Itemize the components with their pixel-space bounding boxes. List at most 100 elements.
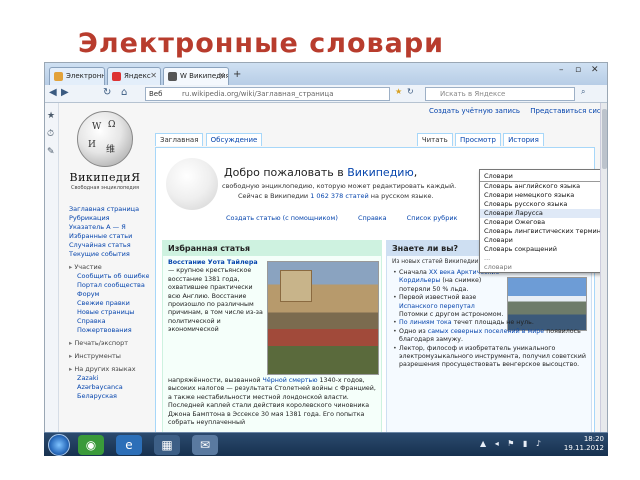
suggestion-item[interactable]: Словарь английского языка [480, 182, 601, 191]
bookmark-star-icon[interactable]: ★ [395, 87, 402, 96]
welcome-title: Добро пожаловать в Википедию, [224, 166, 418, 179]
welcome-wiki-link[interactable]: Википедию [347, 166, 413, 179]
create-article-link[interactable]: Создать статью (с помощником) [226, 214, 338, 222]
home-button[interactable]: ⌂ [121, 87, 127, 98]
list-item: Первой известной вазе Испанского перепут… [393, 294, 505, 319]
tab-main-page[interactable]: Заглавная [155, 133, 204, 146]
reload-button[interactable]: ↻ [103, 87, 111, 98]
list-item: Лектор, философ и изобретатель уникально… [393, 345, 589, 370]
user-tools: Создать учётную запись Представиться сис… [429, 107, 601, 115]
suggestion-item[interactable]: Словари немецкого языка [480, 191, 601, 200]
maximize-button[interactable]: ▫ [575, 65, 581, 75]
notes-icon[interactable]: ✎ [47, 147, 55, 157]
nav-link-main[interactable]: Заглавная страница [69, 205, 149, 214]
back-button[interactable]: ◀ [49, 87, 57, 98]
close-tab-icon[interactable]: ✕ [218, 71, 225, 80]
tab-wikipedia[interactable]: W Википедия — свобод... ✕ [163, 67, 229, 85]
tab-discussion[interactable]: Обсуждение [205, 133, 263, 146]
featured-image[interactable] [267, 261, 379, 375]
globe-watermark-icon [166, 158, 218, 210]
nav-link-recent-changes[interactable]: Свежие правки [69, 299, 149, 308]
suggestion-item[interactable]: Словари Ларусса [480, 209, 601, 218]
category-list-link[interactable]: Список рубрик [407, 214, 458, 222]
left-navigation: Заглавная страница Рубрикация Указатель … [69, 205, 149, 401]
featured-more-text: напряжённости, вызванной Чёрной смертью … [168, 377, 376, 427]
featured-title: Избранная статья [163, 241, 381, 256]
taskbar-app-icon[interactable]: ◉ [78, 435, 104, 455]
puzzle-globe-icon: WΩИ维 [77, 111, 133, 167]
welcome-links: Создать статью (с помощником) Справка Сп… [226, 214, 475, 222]
wiki-search-input[interactable]: Словари ⌕ [480, 170, 601, 182]
clock[interactable]: 18:20 19.11.2012 [564, 435, 604, 453]
suggestion-item[interactable]: Словари [480, 236, 601, 245]
language-link[interactable]: Беларуская [69, 392, 149, 401]
article-count: Сейчас в Википедии 1 062 378 статей на р… [238, 192, 434, 200]
language-link[interactable]: Azərbaycanca [69, 383, 149, 392]
nav-link-donate[interactable]: Пожертвования [69, 326, 149, 335]
section-print-export[interactable]: Печать/экспорт [69, 339, 149, 348]
nav-link-new-pages[interactable]: Новые страницы [69, 308, 149, 317]
nav-link-featured[interactable]: Избранные статьи [69, 232, 149, 241]
browser-window: Электронные Яндекс ✕ W Википедия — свобо… [44, 62, 608, 450]
scrollbar-thumb[interactable] [602, 109, 607, 169]
section-participation[interactable]: Участие [69, 263, 149, 272]
browser-side-panel: ★ ⏱ ✎ [45, 103, 59, 449]
history-icon[interactable]: ⏱ [47, 129, 54, 139]
logo-tagline: Свободная энциклопедия [70, 185, 140, 191]
reload-small-icon[interactable]: ↻ [407, 87, 414, 96]
clock-time: 18:20 [583, 435, 604, 443]
nav-link-help[interactable]: Справка [69, 317, 149, 326]
vertical-scrollbar[interactable] [600, 103, 607, 443]
close-tab-icon[interactable]: ✕ [150, 71, 157, 80]
nav-link-categories[interactable]: Рубрикация [69, 214, 149, 223]
list-item: По линиям тока течет площадь не нуль. [393, 319, 589, 328]
tab-view-source[interactable]: Просмотр [454, 133, 501, 146]
logo-wordmark: ВикипедиЯ [69, 171, 141, 184]
search-input[interactable]: Искать в Яндексе [425, 87, 575, 101]
suggestion-more[interactable]: словари [480, 263, 601, 272]
new-tab-button[interactable]: + [233, 69, 241, 80]
featured-link[interactable]: Восстание Уота Тайлера [168, 259, 258, 266]
nav-link-index[interactable]: Указатель А — Я [69, 223, 149, 232]
tab-yandex[interactable]: Яндекс ✕ [107, 67, 161, 85]
close-window-button[interactable]: ✕ [591, 65, 599, 75]
tab-bar: Электронные Яндекс ✕ W Википедия — свобо… [45, 63, 607, 85]
url-text: ru.wikipedia.org/wiki/Заглавная_страница [182, 90, 334, 98]
nav-link-report-error[interactable]: Сообщить об ошибке [69, 272, 149, 281]
section-tools[interactable]: Инструменты [69, 352, 149, 361]
article-count-link[interactable]: 1 062 378 статей [310, 192, 369, 200]
nav-link-forum[interactable]: Форум [69, 290, 149, 299]
nav-link-random[interactable]: Случайная статья [69, 241, 149, 250]
language-link[interactable]: Zazaki [69, 374, 149, 383]
section-languages[interactable]: На других языках [69, 365, 149, 374]
tab-electronic[interactable]: Электронные [49, 67, 105, 85]
create-account-link[interactable]: Создать учётную запись [429, 107, 520, 115]
search-icon[interactable]: ⌕ [581, 87, 585, 97]
suggestion-item[interactable]: Словарь лингвистических терминов [480, 227, 601, 236]
nav-link-events[interactable]: Текущие события [69, 250, 149, 259]
black-death-link[interactable]: Чёрной смертью [263, 377, 318, 384]
help-link[interactable]: Справка [358, 214, 387, 222]
system-tray-icons[interactable]: ▲ ◂ ⚑ ▮ ♪ [480, 439, 544, 448]
start-button[interactable] [48, 434, 70, 456]
mail-taskbar-icon[interactable]: ✉ [192, 435, 218, 455]
minimize-button[interactable]: – [559, 65, 564, 75]
clock-date: 19.11.2012 [563, 444, 604, 452]
login-link[interactable]: Представиться системе [530, 107, 601, 115]
suggestion-item[interactable]: Словари Ожегова [480, 218, 601, 227]
wiki-logo[interactable]: WΩИ维 ВикипедиЯ Свободная энциклопедия [65, 111, 145, 191]
tab-read[interactable]: Читать [416, 133, 453, 146]
explorer-taskbar-icon[interactable]: ▦ [154, 435, 180, 455]
nav-link-community[interactable]: Портал сообщества [69, 281, 149, 290]
navigation-bar: ◀ ▶ ↻ ⌂ Веб ru.wikipedia.org/wiki/Заглав… [45, 85, 607, 103]
forward-button[interactable]: ▶ [61, 87, 69, 98]
browser-taskbar-icon[interactable]: e [116, 435, 142, 455]
dyk-intro: Из новых статей Википедии: [392, 259, 481, 265]
tab-history[interactable]: История [503, 133, 544, 146]
welcome-subtitle: свободную энциклопедию, которую может ре… [222, 182, 457, 190]
favorites-icon[interactable]: ★ [47, 111, 55, 121]
suggestion-item[interactable]: Словарь сокращений [480, 245, 601, 254]
suggestion-item[interactable]: Словарь русского языка [480, 200, 601, 209]
taskbar: ◉ e ▦ ✉ ▲ ◂ ⚑ ▮ ♪ 18:20 19.11.2012 [44, 432, 608, 456]
address-bar[interactable]: Веб ru.wikipedia.org/wiki/Заглавная_стра… [145, 87, 390, 101]
